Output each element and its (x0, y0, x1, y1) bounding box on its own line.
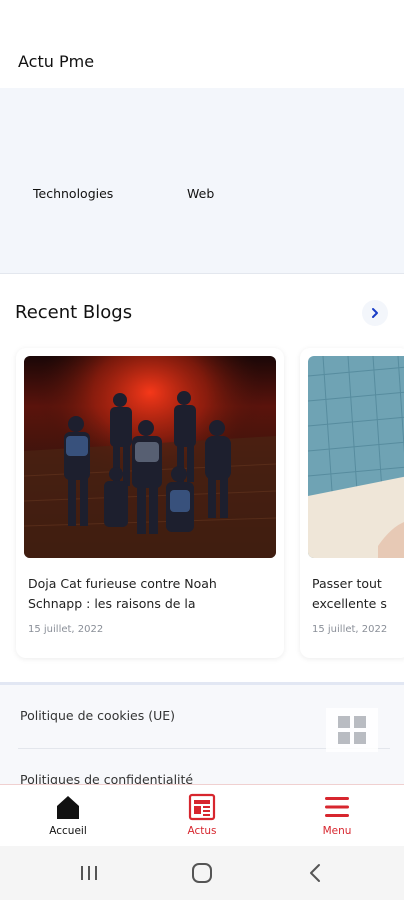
blog-card-date: 15 juillet, 2022 (28, 624, 104, 635)
nav-item-news[interactable]: Actus (157, 785, 247, 847)
home-icon (57, 796, 79, 819)
bottom-nav: Accueil Actus Menu (0, 784, 404, 847)
footer-link-cookies[interactable]: Politique de cookies (UE) (20, 708, 175, 723)
blog-card-title-line: excellente s (312, 596, 387, 611)
category-web[interactable]: Web (187, 186, 214, 201)
blog-card-title-line: Passer tout (312, 576, 382, 591)
recent-apps-icon[interactable] (77, 862, 101, 884)
newspaper-icon (188, 793, 216, 821)
grid-button[interactable] (326, 708, 378, 752)
nav-item-home[interactable]: Accueil (23, 785, 113, 847)
app-title: Actu Pme (18, 52, 95, 71)
system-navigation-bar (0, 846, 404, 900)
blog-card-title-line: Doja Cat furieuse contre Noah (28, 576, 217, 591)
recent-blogs-more-button[interactable] (362, 300, 388, 326)
blog-card-date: 15 juillet, 2022 (312, 624, 388, 635)
nav-label-home: Accueil (49, 825, 87, 837)
nav-label-news: Actus (187, 825, 217, 837)
category-technologies[interactable]: Technologies (33, 186, 113, 201)
blog-card-title: Passer tout excellente s (312, 574, 404, 614)
back-icon[interactable] (304, 862, 328, 884)
nav-label-menu: Menu (322, 825, 352, 837)
blog-card-image (308, 356, 404, 558)
chevron-right-icon (372, 308, 378, 318)
blog-card-title-line: Schnapp : les raisons de la (28, 596, 196, 611)
grid-icon (338, 716, 366, 744)
blog-card-title: Doja Cat furieuse contre Noah Schnapp : … (28, 574, 272, 614)
home-button-icon[interactable] (190, 862, 214, 884)
hamburger-menu-icon (325, 797, 349, 817)
blog-card-image (24, 356, 276, 558)
recent-blogs-title: Recent Blogs (15, 302, 133, 323)
app-header: Actu Pme (0, 0, 404, 88)
blog-card[interactable]: Passer tout excellente s 15 juillet, 202… (300, 348, 404, 658)
blog-card[interactable]: Doja Cat furieuse contre Noah Schnapp : … (16, 348, 284, 658)
nav-item-menu[interactable]: Menu (292, 785, 382, 847)
category-band: Technologies Web (0, 88, 404, 274)
